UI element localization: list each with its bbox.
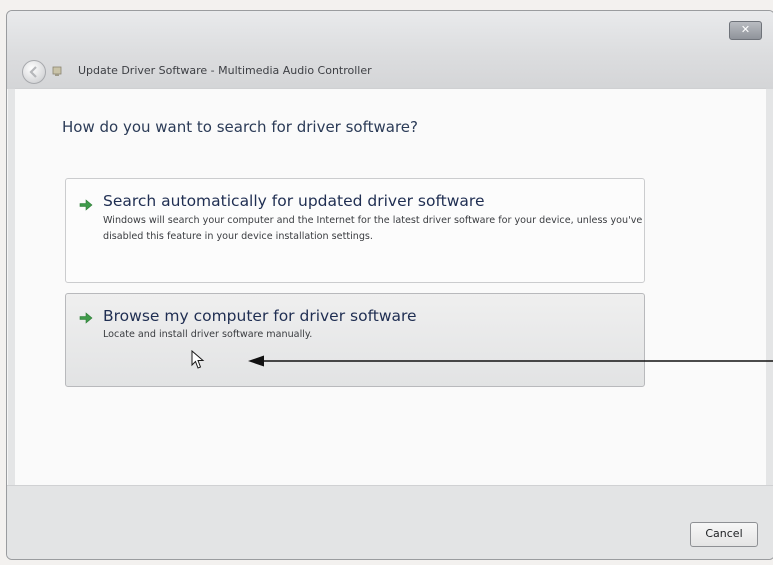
option-title: Browse my computer for driver software [103, 307, 417, 325]
window-title: Update Driver Software - Multimedia Audi… [78, 64, 372, 77]
option-description: Windows will search your computer and th… [103, 215, 643, 242]
browse-computer-option[interactable]: Browse my computer for driver software L… [65, 293, 645, 387]
device-icon [52, 66, 62, 76]
back-arrow-icon [29, 66, 37, 78]
option-description: Locate and install driver software manua… [103, 329, 313, 340]
cancel-button[interactable]: Cancel [690, 522, 758, 547]
mouse-cursor-icon [191, 350, 205, 369]
callout-arrow [248, 355, 773, 367]
dialog-footer: Cancel [7, 485, 773, 559]
option-title: Search automatically for updated driver … [103, 192, 485, 210]
green-arrow-icon [79, 312, 93, 324]
page-heading: How do you want to search for driver sof… [62, 118, 418, 136]
back-button[interactable] [22, 60, 46, 84]
search-automatically-option[interactable]: Search automatically for updated driver … [65, 178, 645, 283]
close-button[interactable]: ✕ [729, 21, 762, 40]
green-arrow-icon [79, 199, 93, 211]
dialog-content: How do you want to search for driver sof… [15, 88, 766, 485]
update-driver-dialog: ✕ Update Driver Software - Multimedia Au… [6, 10, 773, 560]
title-bar: ✕ Update Driver Software - Multimedia Au… [7, 11, 773, 89]
